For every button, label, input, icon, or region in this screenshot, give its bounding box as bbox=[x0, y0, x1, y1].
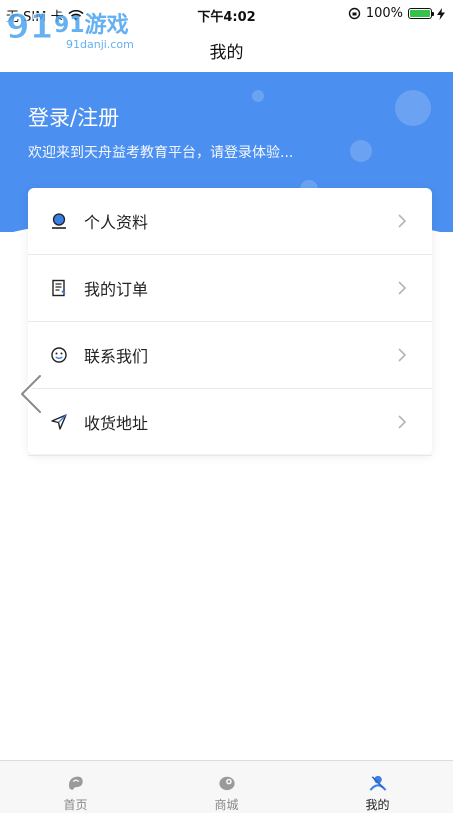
profile-icon bbox=[48, 210, 70, 232]
tab-mine[interactable]: 我的 bbox=[302, 761, 453, 813]
battery-percent: 100% bbox=[365, 6, 403, 21]
home-icon bbox=[68, 776, 83, 791]
menu-item-label: 我的订单 bbox=[84, 280, 149, 299]
location-arrow-icon bbox=[48, 411, 70, 433]
header-bubble bbox=[350, 140, 372, 162]
chevron-left-icon[interactable] bbox=[16, 372, 48, 416]
tab-home[interactable]: 首页 bbox=[0, 761, 151, 813]
tab-bar: 首页 商城 我的 bbox=[0, 760, 453, 813]
page-title: 我的 bbox=[209, 43, 244, 63]
tab-label: 商城 bbox=[214, 798, 239, 812]
shop-icon bbox=[218, 776, 235, 791]
tab-shop[interactable]: 商城 bbox=[151, 761, 302, 813]
tab-label: 我的 bbox=[365, 798, 390, 812]
menu-item-label: 个人资料 bbox=[84, 213, 149, 232]
menu-item-contact[interactable]: 联系我们 bbox=[28, 322, 432, 389]
header-bubble bbox=[252, 90, 264, 102]
chevron-right-icon bbox=[398, 214, 407, 228]
menu-item-orders[interactable]: 我的订单 bbox=[28, 255, 432, 322]
rotation-lock-icon bbox=[348, 7, 361, 20]
menu-item-label: 收货地址 bbox=[84, 414, 149, 433]
smile-icon bbox=[48, 344, 70, 366]
chevron-right-icon bbox=[398, 348, 407, 362]
charging-icon bbox=[437, 7, 445, 20]
status-right-group: 100% bbox=[348, 6, 445, 21]
order-icon bbox=[48, 277, 70, 299]
login-register-link[interactable]: 登录/注册 bbox=[28, 102, 119, 132]
battery-fill bbox=[410, 10, 430, 17]
menu-item-profile[interactable]: 个人资料 bbox=[28, 188, 432, 255]
menu-item-address[interactable]: 收货地址 bbox=[28, 389, 432, 456]
watermark-brand: 91游戏 bbox=[54, 12, 129, 38]
chevron-right-icon bbox=[398, 415, 407, 429]
chevron-right-icon bbox=[398, 281, 407, 295]
header-bubble bbox=[395, 90, 431, 126]
menu-item-label: 联系我们 bbox=[84, 347, 149, 366]
tab-label: 首页 bbox=[63, 798, 88, 812]
welcome-subtitle: 欢迎来到天舟益考教育平台，请登录体验... bbox=[28, 145, 294, 161]
menu-card: 个人资料 我的订单 联系我们 收货地址 bbox=[28, 188, 432, 456]
battery-icon bbox=[408, 8, 434, 19]
user-icon bbox=[369, 775, 386, 791]
